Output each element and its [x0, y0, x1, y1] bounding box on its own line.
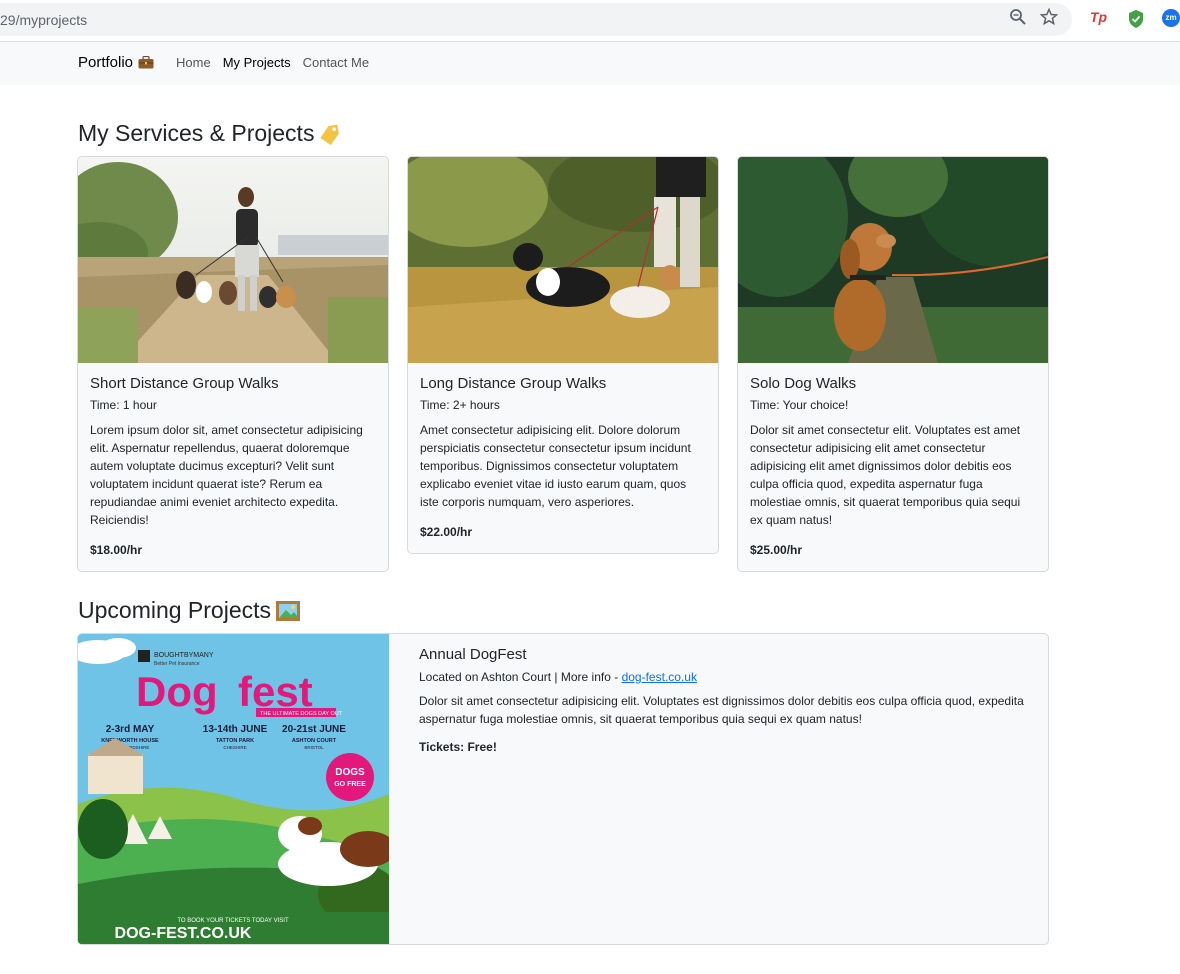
poster-logo-dog: Dog: [136, 668, 218, 715]
card-time: Time: 2+ hours: [420, 398, 500, 412]
service-card-long-walks: Long Distance Group Walks Time: 2+ hours…: [407, 156, 719, 554]
card-image-long-walks: [408, 157, 718, 363]
poster-place-2: TATTON PARK: [216, 738, 254, 744]
dogfest-poster: BOUGHTBYMANY Better Pet Insurance Dog fe…: [78, 634, 389, 944]
poster-county-2: CHESHIRE: [223, 745, 246, 750]
upcoming-heading: Upcoming Projects: [78, 597, 301, 624]
card-price: $25.00/hr: [750, 543, 803, 557]
poster-badge-line2: GO FREE: [334, 781, 366, 788]
poster-tagline: THE ULTIMATE DOGS DAY OUT: [260, 711, 343, 717]
service-card-short-walks: Short Distance Group Walks Time: 1 hour …: [77, 156, 389, 572]
zoom-icon[interactable]: [1009, 8, 1027, 26]
tag-icon: [320, 124, 340, 145]
tp-extension-icon[interactable]: Tp: [1090, 9, 1107, 25]
card-title: Long Distance Group Walks: [420, 375, 607, 392]
card-image-short-walks: [78, 157, 388, 363]
address-bar[interactable]: 29/myprojects: [0, 3, 1072, 36]
card-image-solo-walks: [738, 157, 1048, 363]
card-title: Solo Dog Walks: [750, 375, 857, 392]
card-description: Lorem ipsum dolor sit, amet consectetur …: [90, 423, 363, 527]
poster-date-1: 2-3rd MAY: [106, 724, 155, 735]
project-title: Annual DogFest: [419, 646, 527, 663]
project-location-text: Located on Ashton Court | More info -: [419, 670, 622, 684]
services-heading: My Services & Projects: [78, 120, 342, 147]
nav-contact-me[interactable]: Contact Me: [303, 55, 369, 70]
poster-date-3: 20-21st JUNE: [282, 724, 346, 735]
card-price: $22.00/hr: [420, 525, 473, 539]
browser-toolbar: 29/myprojects Tp zm: [0, 0, 1180, 42]
framed-picture-icon: [276, 600, 301, 621]
briefcase-icon: [138, 56, 154, 69]
navbar: Portfolio Home My Projects Contact Me: [0, 42, 1180, 85]
project-location: Located on Ashton Court | More info - do…: [419, 670, 1039, 684]
url-text[interactable]: 29/myprojects: [0, 12, 87, 28]
zm-extension-icon[interactable]: zm: [1162, 9, 1180, 27]
dogfest-link[interactable]: dog-fest.co.uk: [622, 670, 697, 684]
brand-link[interactable]: Portfolio: [78, 54, 154, 71]
poster-book-line: TO BOOK YOUR TICKETS TODAY VISIT: [177, 918, 289, 924]
poster-badge-line1: DOGS: [335, 767, 365, 778]
poster-county-3: BRISTOL: [304, 745, 324, 750]
service-card-solo-walks: Solo Dog Walks Time: Your choice! Dolor …: [737, 156, 1049, 572]
poster-sponsor: BOUGHTBYMANY: [154, 652, 214, 659]
project-description: Dolor sit amet consectetur adipisicing e…: [419, 694, 1024, 726]
nav-my-projects[interactable]: My Projects: [223, 55, 291, 70]
nav-home[interactable]: Home: [176, 55, 211, 70]
upcoming-project-card: BOUGHTBYMANY Better Pet Insurance Dog fe…: [77, 633, 1049, 945]
services-heading-text: My Services & Projects: [78, 120, 315, 146]
card-time: Time: Your choice!: [750, 398, 849, 412]
shield-extension-icon[interactable]: [1127, 9, 1145, 29]
project-tickets: Tickets: Free!: [419, 740, 497, 754]
poster-date-2: 13-14th JUNE: [203, 724, 268, 735]
poster-logo-fest: fest: [238, 668, 313, 715]
card-title: Short Distance Group Walks: [90, 375, 279, 392]
upcoming-heading-text: Upcoming Projects: [78, 597, 272, 623]
card-time: Time: 1 hour: [90, 398, 157, 412]
nav-links: Home My Projects Contact Me: [176, 55, 369, 70]
card-description: Dolor sit amet consectetur elit. Volupta…: [750, 423, 1021, 527]
star-icon[interactable]: [1040, 8, 1058, 26]
card-description: Amet consectetur adipisicing elit. Dolor…: [420, 423, 691, 509]
card-price: $18.00/hr: [90, 543, 143, 557]
poster-place-3: ASHTON COURT: [292, 738, 337, 744]
poster-sponsor-sub: Better Pet Insurance: [154, 661, 200, 667]
poster-site: DOG-FEST.CO.UK: [115, 925, 252, 942]
brand-label: Portfolio: [78, 54, 134, 71]
